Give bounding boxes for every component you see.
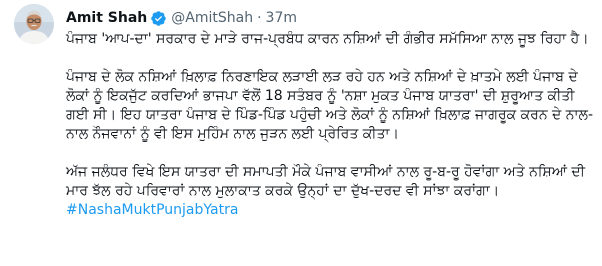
tweet-paragraph-2: ਪੰਜਾਬ ਦੇ ਲੋਕ ਨਸ਼ਿਆਂ ਖ਼ਿਲਾਫ਼ ਨਿਰਣਾਇਕ ਲੜਾਈ…: [66, 69, 594, 142]
verified-badge-icon[interactable]: [150, 10, 167, 27]
tweet-paragraph-1: ਪੰਜਾਬ 'ਆਪ-ਦਾ' ਸਰਕਾਰ ਦੇ ਮਾੜੇ ਰਾਜ-ਪ੍ਰਬੰਧ ਕ…: [66, 31, 589, 47]
tweet-timestamp[interactable]: 37m: [266, 10, 297, 26]
hashtag-link[interactable]: #NashaMuktPunjabYatra: [66, 202, 238, 218]
tweet-header: Amit Shah @AmitShah · 37m: [66, 8, 297, 28]
tweet-paragraph-3: ਅੱਜ ਜਲੰਧਰ ਵਿਖੇ ਇਸ ਯਾਤਰਾ ਦੀ ਸਮਾਪਤੀ ਮੌਕੇ ਪ…: [66, 164, 590, 199]
author-display-name[interactable]: Amit Shah: [66, 10, 147, 26]
tweet-card[interactable]: Amit Shah @AmitShah · 37m ਪੰਜਾਬ 'ਆਪ-ਦਾ' …: [0, 0, 602, 266]
author-avatar[interactable]: [14, 4, 54, 44]
tweet-text: ਪੰਜਾਬ 'ਆਪ-ਦਾ' ਸਰਕਾਰ ਦੇ ਮਾੜੇ ਰਾਜ-ਪ੍ਰਬੰਧ ਕ…: [66, 30, 596, 220]
header-separator: ·: [257, 10, 262, 26]
avatar-portrait-icon: [14, 4, 54, 44]
author-handle[interactable]: @AmitShah: [171, 10, 253, 26]
